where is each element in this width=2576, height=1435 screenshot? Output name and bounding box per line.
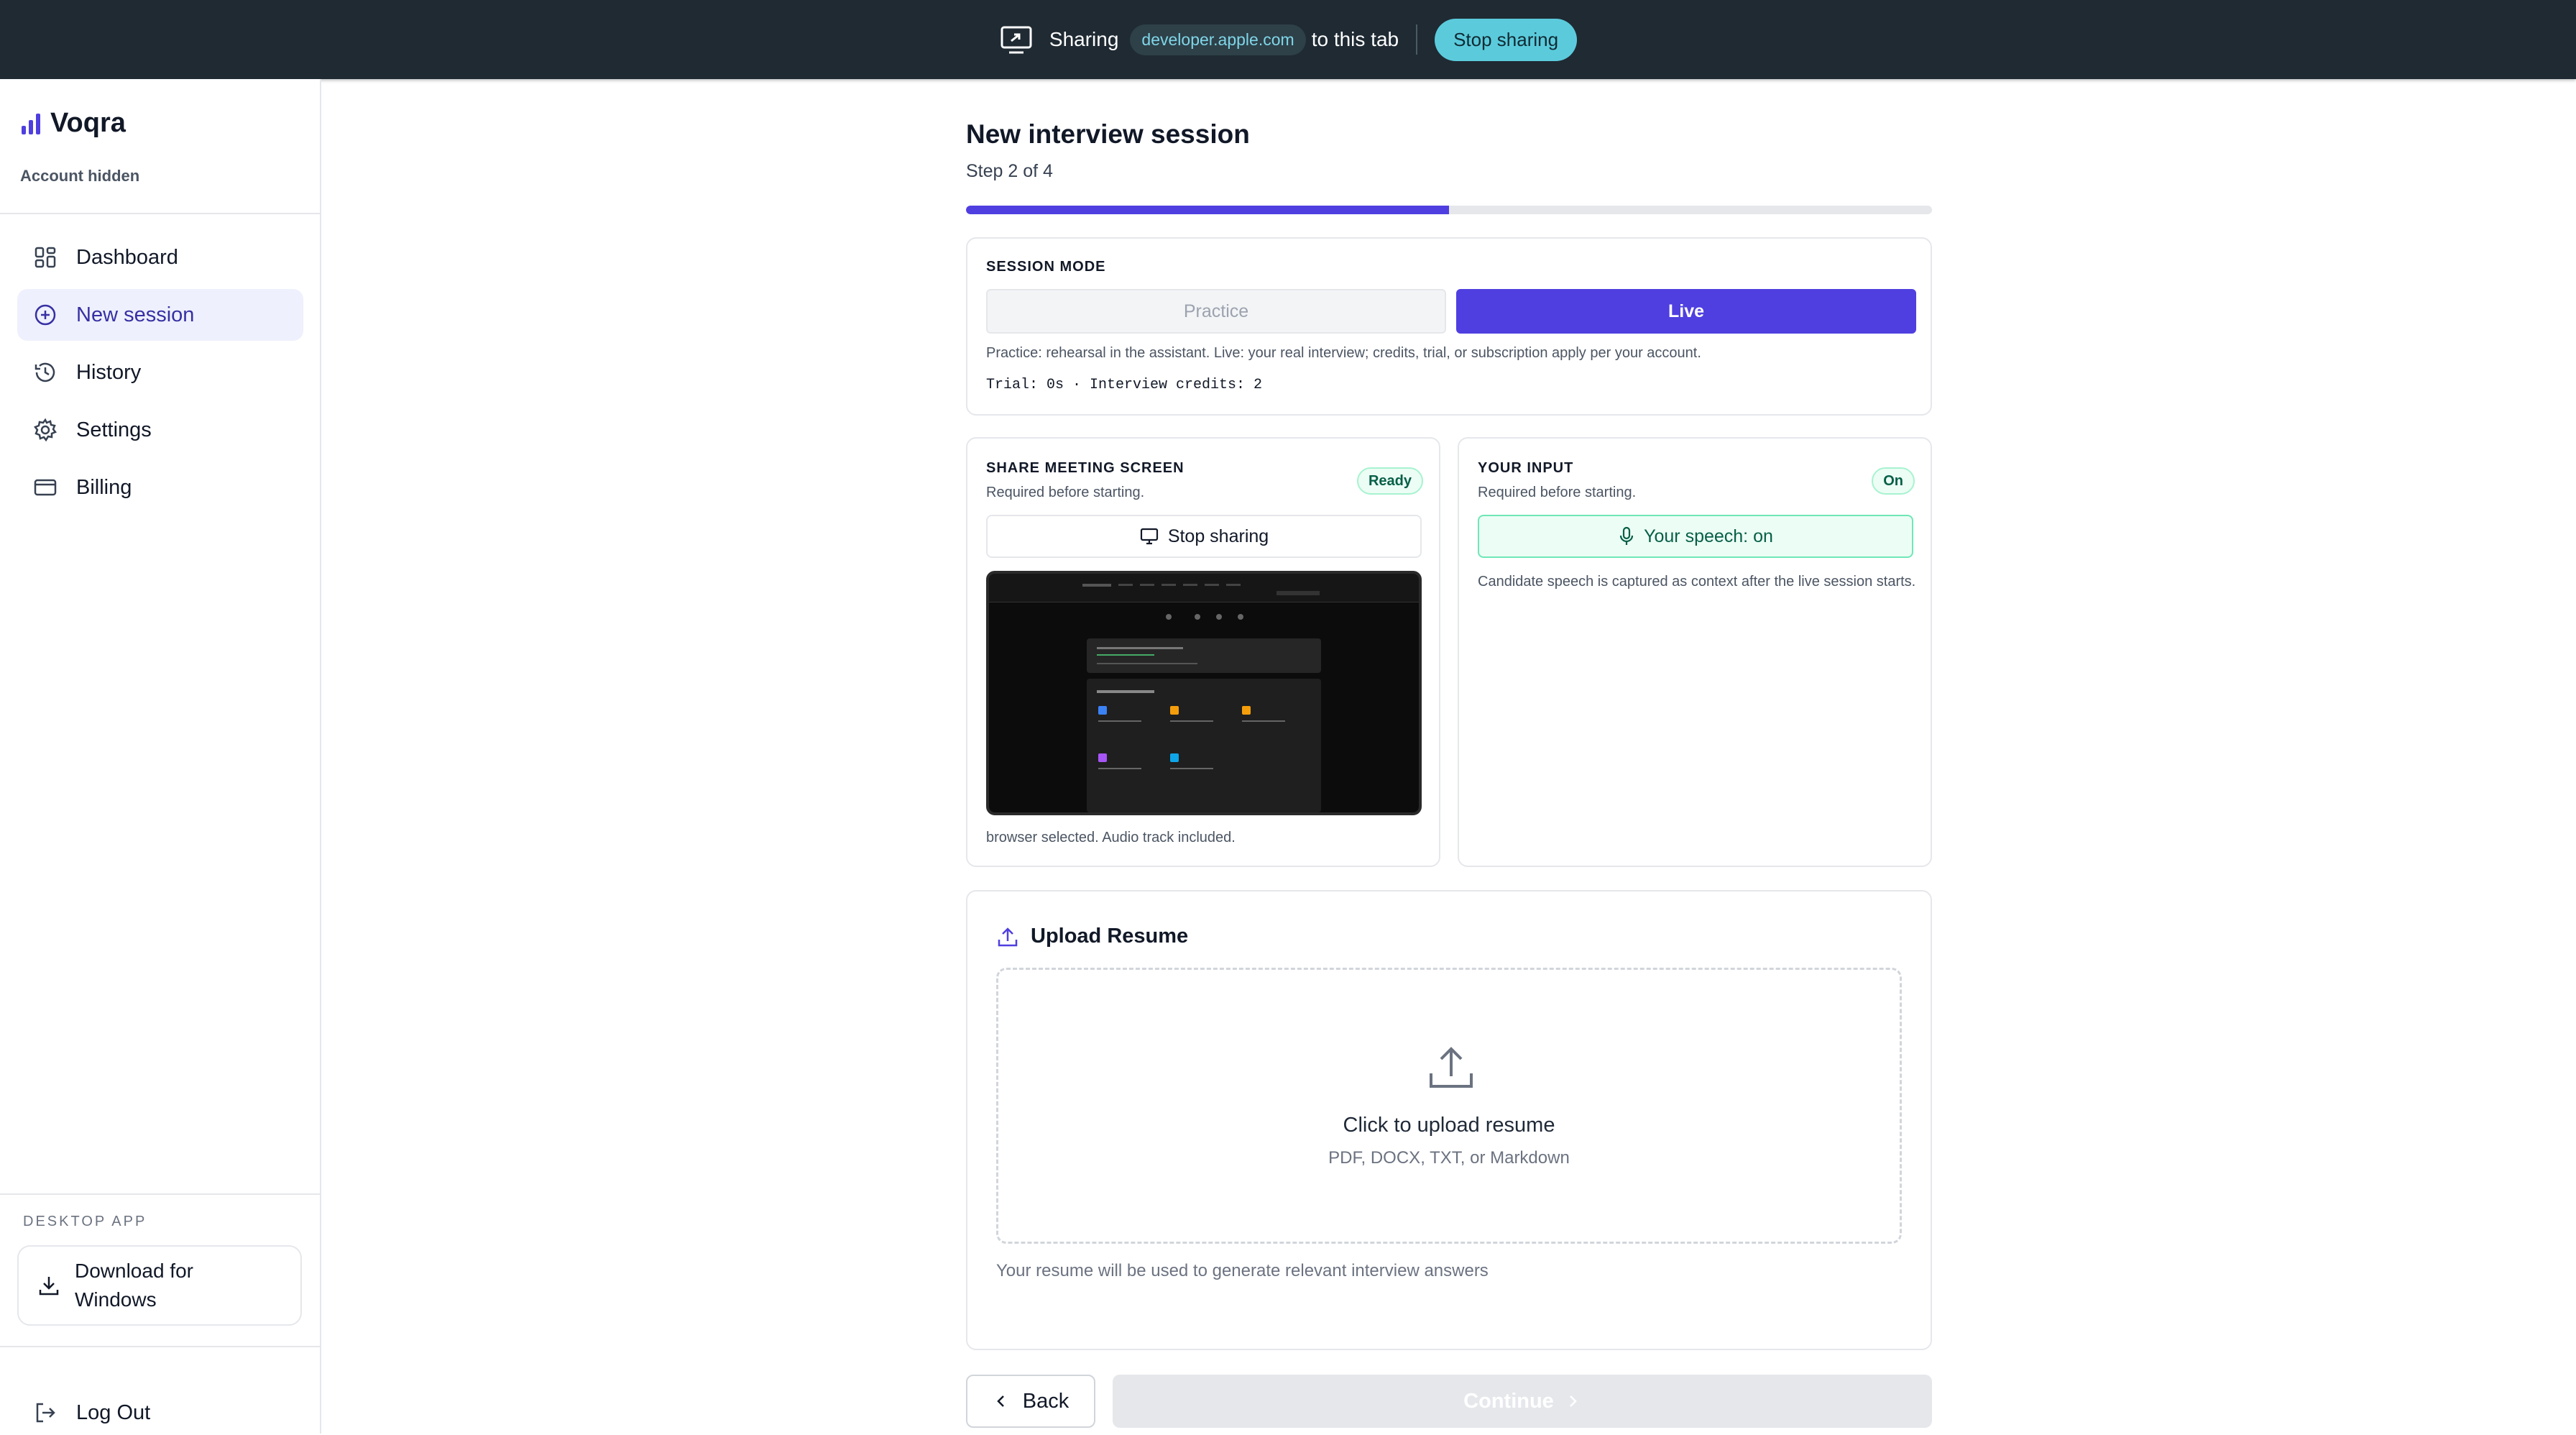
mode-help-text: Practice: rehearsal in the assistant. Li… <box>986 345 1701 361</box>
screen-share-icon <box>999 22 1034 57</box>
sidebar-item-history[interactable]: History <box>17 347 303 398</box>
brand-name: Voqra <box>50 108 126 138</box>
your-input-desc: Required before starting. <box>1478 485 1637 500</box>
dropzone-subtitle: PDF, DOCX, TXT, or Markdown <box>1328 1148 1570 1168</box>
credits-text: Trial: 0s · Interview credits: 2 <box>986 377 1263 393</box>
session-mode-card: SESSION MODE Practice Live Practice: reh… <box>966 237 1932 416</box>
upload-resume-title: Upload Resume <box>1031 925 1189 948</box>
history-icon <box>33 360 58 385</box>
topbar-stop-sharing-button[interactable]: Stop sharing <box>1435 18 1578 61</box>
sidebar-divider <box>0 1193 320 1195</box>
chevron-right-icon <box>1564 1393 1581 1410</box>
sidebar-item-label: History <box>76 360 142 384</box>
desktop-app-label: DESKTOP APP <box>23 1214 147 1229</box>
share-screen-label: SHARE MEETING SCREEN <box>986 460 1184 476</box>
upload-icon <box>996 925 1019 948</box>
upload-resume-header: Upload Resume <box>996 925 1188 948</box>
sharing-label: Sharing <box>1049 28 1119 50</box>
sidebar-divider <box>0 1346 320 1347</box>
download-windows-button[interactable]: Download for Windows <box>17 1245 302 1326</box>
live-mode-button[interactable]: Live <box>1456 289 1916 334</box>
account-label: Account hidden <box>20 167 140 185</box>
continue-label: Continue <box>1463 1389 1554 1413</box>
download-label-line2: Windows <box>75 1288 157 1311</box>
on-badge: On <box>1872 467 1915 495</box>
share-screen-card: SHARE MEETING SCREEN Required before sta… <box>966 437 1440 867</box>
shared-domain: developer.apple.com <box>1130 24 1306 55</box>
resume-dropzone[interactable]: Click to upload resume PDF, DOCX, TXT, o… <box>996 968 1902 1244</box>
topbar-divider <box>1416 24 1418 55</box>
progress-bar <box>966 206 1932 214</box>
logo-bars-icon <box>20 111 42 136</box>
sidebar-item-dashboard[interactable]: Dashboard <box>17 231 303 283</box>
logout-button[interactable]: Log Out <box>17 1390 150 1435</box>
input-note-text: Candidate speech is captured as context … <box>1478 574 1916 590</box>
sidebar-item-label: Dashboard <box>76 245 178 269</box>
share-status-text: browser selected. Audio track included. <box>986 830 1236 845</box>
your-input-card: YOUR INPUT Required before starting. On … <box>1458 437 1932 867</box>
share-screen-desc: Required before starting. <box>986 485 1145 500</box>
dropzone-title: Click to upload resume <box>1343 1114 1555 1137</box>
microphone-icon <box>1618 526 1635 546</box>
sharing-suffix: to this tab <box>1311 28 1399 50</box>
speech-toggle-button[interactable]: Your speech: on <box>1478 515 1913 558</box>
download-label-line1: Download for <box>75 1260 193 1282</box>
card-icon <box>33 475 58 500</box>
step-indicator: Step 2 of 4 <box>966 161 1053 181</box>
sidebar-item-label: Settings <box>76 418 152 441</box>
plus-circle-icon <box>33 303 58 327</box>
download-icon <box>37 1274 60 1297</box>
chevron-left-icon <box>993 1393 1010 1410</box>
upload-resume-card: Upload Resume Click to upload resume PDF… <box>966 890 1932 1350</box>
practice-mode-button[interactable]: Practice <box>986 289 1446 334</box>
back-button[interactable]: Back <box>966 1375 1095 1428</box>
session-mode-label: SESSION MODE <box>986 259 1106 275</box>
sidebar-item-label: New session <box>76 303 195 326</box>
grid-icon <box>33 245 58 270</box>
sidebar-item-new-session[interactable]: New session <box>17 289 303 341</box>
screen-share-bar: Sharing developer.apple.com to this tab … <box>0 0 2576 79</box>
upload-note: Your resume will be used to generate rel… <box>996 1261 1489 1280</box>
brand[interactable]: Voqra <box>20 108 126 139</box>
monitor-icon <box>1139 526 1159 546</box>
progress-fill <box>966 206 1449 214</box>
speech-toggle-label: Your speech: on <box>1644 526 1773 546</box>
upload-large-icon <box>1425 1042 1477 1094</box>
your-input-label: YOUR INPUT <box>1478 460 1574 476</box>
stop-sharing-label: Stop sharing <box>1167 526 1269 546</box>
sidebar-item-settings[interactable]: Settings <box>17 404 303 456</box>
logout-icon <box>33 1400 58 1425</box>
back-label: Back <box>1022 1389 1070 1413</box>
continue-button[interactable]: Continue <box>1113 1375 1932 1428</box>
sidebar-item-label: Billing <box>76 475 132 499</box>
stop-sharing-button[interactable]: Stop sharing <box>986 515 1422 558</box>
page-title: New interview session <box>966 119 1250 149</box>
sidebar: Voqra Account hidden Dashboard New sessi… <box>0 79 321 1434</box>
screen-preview <box>986 571 1422 815</box>
sidebar-divider <box>0 213 320 214</box>
sidebar-item-billing[interactable]: Billing <box>17 462 303 513</box>
logout-label: Log Out <box>76 1400 151 1424</box>
ready-badge: Ready <box>1356 467 1423 495</box>
download-label: Download for Windows <box>75 1257 193 1314</box>
gear-icon <box>33 418 58 442</box>
